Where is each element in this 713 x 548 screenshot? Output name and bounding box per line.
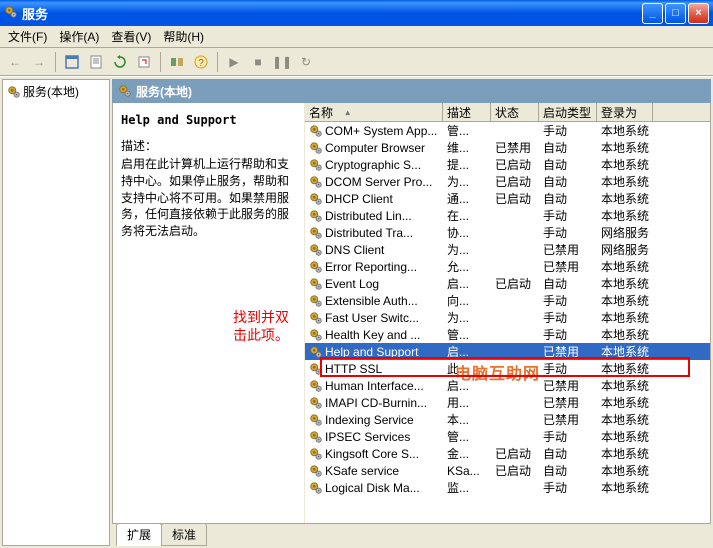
menu-view[interactable]: 查看(V) xyxy=(105,26,157,47)
service-row[interactable]: Fast User Switc...为...手动本地系统 xyxy=(305,309,710,326)
tree-panel: 服务(本地) xyxy=(2,79,110,546)
panel-header-title: 服务(本地) xyxy=(136,83,192,100)
service-row[interactable]: Distributed Tra...协...手动网络服务 xyxy=(305,224,710,241)
description-panel: Help and Support 描述： 启用在此计算机上运行帮助和支持中心。如… xyxy=(113,103,305,523)
help-button[interactable]: ? xyxy=(190,51,212,73)
tab-extended[interactable]: 扩展 xyxy=(116,523,162,546)
toolbar: ← → ? ▶ ■ ❚❚ ↻ xyxy=(0,48,713,76)
panel-header: 服务(本地) xyxy=(112,79,711,103)
title-bar: 服务 _ □ × xyxy=(0,0,713,26)
tab-standard[interactable]: 标准 xyxy=(161,523,207,546)
col-login[interactable]: 登录为 xyxy=(597,103,653,121)
start-service-button: ▶ xyxy=(223,51,245,73)
service-row[interactable]: Help and Support启...已禁用本地系统 xyxy=(305,343,710,360)
forward-button: → xyxy=(28,51,50,73)
tab-strip: 扩展 标准 xyxy=(112,526,711,546)
back-button: ← xyxy=(4,51,26,73)
service-row[interactable]: Error Reporting...允...已禁用本地系统 xyxy=(305,258,710,275)
service-row[interactable]: Kingsoft Core S...金...已启动自动本地系统 xyxy=(305,445,710,462)
menu-help[interactable]: 帮助(H) xyxy=(157,26,210,47)
service-row[interactable]: Health Key and ...管...手动本地系统 xyxy=(305,326,710,343)
service-row[interactable]: DCOM Server Pro...为...已启动自动本地系统 xyxy=(305,173,710,190)
service-row[interactable]: IMAPI CD-Burnin...用...已禁用本地系统 xyxy=(305,394,710,411)
svg-text:?: ? xyxy=(198,58,204,69)
tree-root-label: 服务(本地) xyxy=(23,83,79,100)
menu-bar: 文件(F) 操作(A) 查看(V) 帮助(H) xyxy=(0,26,713,48)
service-row[interactable]: Computer Browser维...已禁用自动本地系统 xyxy=(305,139,710,156)
maximize-button[interactable]: □ xyxy=(665,3,686,24)
service-row[interactable]: Event Log启...已启动自动本地系统 xyxy=(305,275,710,292)
service-row[interactable]: Extensible Auth...向...手动本地系统 xyxy=(305,292,710,309)
minimize-button[interactable]: _ xyxy=(642,3,663,24)
service-row[interactable]: Cryptographic S...提...已启动自动本地系统 xyxy=(305,156,710,173)
list-header: 名称 ▲ 描述 状态 启动类型 登录为 xyxy=(305,103,710,122)
app-icon xyxy=(4,5,18,22)
window-title: 服务 xyxy=(22,4,642,23)
col-desc[interactable]: 描述 xyxy=(443,103,491,121)
restart-service-button: ↻ xyxy=(295,51,317,73)
service-row[interactable]: Logical Disk Ma...监...手动本地系统 xyxy=(305,479,710,496)
col-status[interactable]: 状态 xyxy=(491,103,539,121)
export-button[interactable] xyxy=(133,51,155,73)
properties-button[interactable] xyxy=(85,51,107,73)
service-row[interactable]: DHCP Client通...已启动自动本地系统 xyxy=(305,190,710,207)
service-list: 名称 ▲ 描述 状态 启动类型 登录为 COM+ System App...管.… xyxy=(305,103,710,523)
toolbar-btn-5[interactable] xyxy=(166,51,188,73)
service-row[interactable]: IPSEC Services管...手动本地系统 xyxy=(305,428,710,445)
refresh-button[interactable] xyxy=(109,51,131,73)
toolbar-btn-1[interactable] xyxy=(61,51,83,73)
menu-action[interactable]: 操作(A) xyxy=(53,26,105,47)
service-row[interactable]: Distributed Lin...在...手动本地系统 xyxy=(305,207,710,224)
service-row[interactable]: Human Interface...启...已禁用本地系统 xyxy=(305,377,710,394)
stop-service-button: ■ xyxy=(247,51,269,73)
description-text: 启用在此计算机上运行帮助和支持中心。如果停止服务，帮助和支持中心将不可用。如果禁… xyxy=(121,156,296,240)
service-row[interactable]: DNS Client为...已禁用网络服务 xyxy=(305,241,710,258)
col-name[interactable]: 名称 ▲ xyxy=(305,103,443,121)
service-row[interactable]: KSafe serviceKSa...已启动自动本地系统 xyxy=(305,462,710,479)
menu-file[interactable]: 文件(F) xyxy=(2,26,53,47)
list-body[interactable]: COM+ System App...管...手动本地系统Computer Bro… xyxy=(305,122,710,523)
selected-service-name: Help and Support xyxy=(121,113,296,127)
col-startup[interactable]: 启动类型 xyxy=(539,103,597,121)
pause-service-button: ❚❚ xyxy=(271,51,293,73)
service-row[interactable]: COM+ System App...管...手动本地系统 xyxy=(305,122,710,139)
service-row[interactable]: Indexing Service本...已禁用本地系统 xyxy=(305,411,710,428)
description-label: 描述： xyxy=(121,137,296,154)
close-button[interactable]: × xyxy=(688,3,709,24)
service-row[interactable]: HTTP SSL此...手动本地系统 xyxy=(305,360,710,377)
tree-root-services[interactable]: 服务(本地) xyxy=(5,82,107,101)
